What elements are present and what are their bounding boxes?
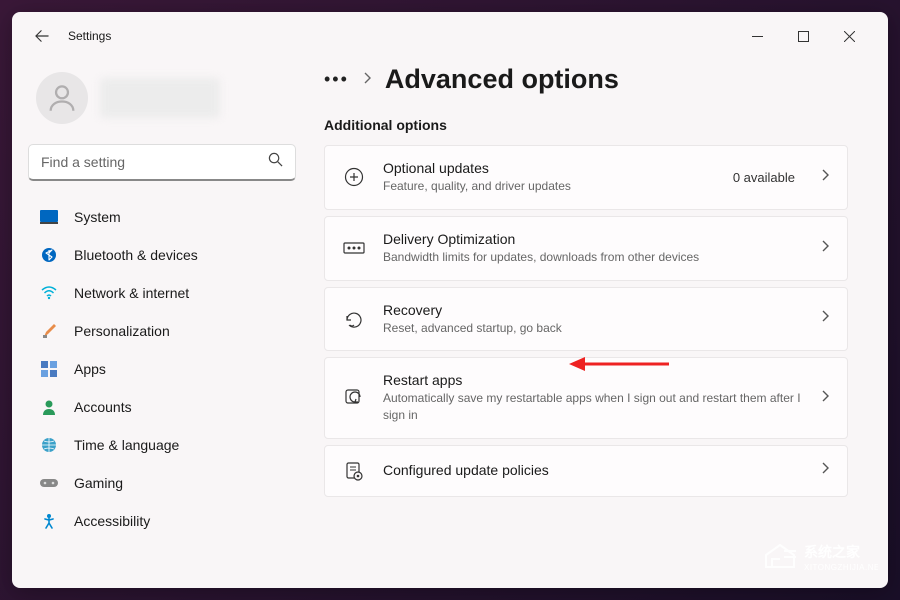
card-subtitle: Reset, advanced startup, go back — [383, 320, 803, 337]
card-optional-updates[interactable]: Optional updates Feature, quality, and d… — [324, 145, 848, 210]
search-icon — [268, 152, 283, 172]
sidebar-item-label: Bluetooth & devices — [74, 247, 198, 263]
plus-circle-icon — [343, 166, 365, 188]
sidebar-item-label: Accessibility — [74, 513, 150, 529]
chevron-right-icon — [821, 309, 829, 328]
sidebar-item-label: Gaming — [74, 475, 123, 491]
restart-apps-icon — [343, 387, 365, 409]
sidebar-item-apps[interactable]: Apps — [28, 351, 296, 387]
card-configured-policies[interactable]: Configured update policies — [324, 445, 848, 497]
sidebar-item-label: Personalization — [74, 323, 170, 339]
back-button[interactable] — [28, 22, 56, 50]
card-subtitle: Feature, quality, and driver updates — [383, 178, 715, 195]
card-title: Configured update policies — [383, 462, 803, 478]
app-title: Settings — [68, 29, 111, 43]
card-body: Delivery Optimization Bandwidth limits f… — [383, 231, 803, 266]
sidebar-item-label: Network & internet — [74, 285, 189, 301]
avatar — [36, 72, 88, 124]
accessibility-icon — [40, 512, 58, 530]
card-title: Recovery — [383, 302, 803, 318]
gamepad-icon — [40, 474, 58, 492]
page-title: Advanced options — [385, 64, 619, 95]
svg-text:系统之家: 系统之家 — [804, 544, 861, 560]
card-title: Restart apps — [383, 372, 803, 388]
chevron-right-icon — [821, 168, 829, 187]
card-title: Optional updates — [383, 160, 715, 176]
user-profile[interactable] — [28, 64, 296, 140]
sidebar-item-label: Apps — [74, 361, 106, 377]
policies-icon — [343, 460, 365, 482]
sidebar-item-label: System — [74, 209, 121, 225]
window-body: System Bluetooth & devices Network & int… — [12, 56, 888, 588]
sidebar-item-bluetooth[interactable]: Bluetooth & devices — [28, 237, 296, 273]
section-heading: Additional options — [324, 117, 848, 133]
chevron-right-icon — [821, 389, 829, 408]
sidebar-item-gaming[interactable]: Gaming — [28, 465, 296, 501]
card-subtitle: Bandwidth limits for updates, downloads … — [383, 249, 803, 266]
chevron-right-icon — [363, 71, 371, 89]
sidebar-item-label: Time & language — [74, 437, 179, 453]
breadcrumb-more[interactable]: ••• — [324, 69, 349, 90]
card-body: Restart apps Automatically save my resta… — [383, 372, 803, 424]
titlebar: Settings — [12, 12, 888, 56]
recovery-icon — [343, 308, 365, 330]
bluetooth-icon — [40, 246, 58, 264]
settings-window: Settings — [12, 12, 888, 588]
sidebar-item-accounts[interactable]: Accounts — [28, 389, 296, 425]
svg-text:XITONGZHIJIA.NET: XITONGZHIJIA.NET — [804, 563, 878, 572]
user-icon — [45, 81, 79, 115]
sidebar: System Bluetooth & devices Network & int… — [12, 56, 312, 588]
card-body: Recovery Reset, advanced startup, go bac… — [383, 302, 803, 337]
sidebar-item-network[interactable]: Network & internet — [28, 275, 296, 311]
system-icon — [40, 208, 58, 226]
sidebar-item-personalization[interactable]: Personalization — [28, 313, 296, 349]
available-count: 0 available — [733, 170, 795, 185]
delivery-icon — [343, 237, 365, 259]
minimize-button[interactable] — [734, 20, 780, 52]
main-content: ••• Advanced options Additional options … — [312, 56, 888, 588]
search-input[interactable] — [41, 154, 268, 170]
card-body: Configured update policies — [383, 462, 803, 480]
card-body: Optional updates Feature, quality, and d… — [383, 160, 715, 195]
sidebar-item-accessibility[interactable]: Accessibility — [28, 503, 296, 539]
watermark: 系统之家 XITONGZHIJIA.NET — [758, 535, 878, 582]
sidebar-item-system[interactable]: System — [28, 199, 296, 235]
maximize-button[interactable] — [780, 20, 826, 52]
minimize-icon — [752, 31, 763, 42]
person-icon — [40, 398, 58, 416]
chevron-right-icon — [821, 239, 829, 258]
nav-list: System Bluetooth & devices Network & int… — [28, 199, 296, 539]
globe-clock-icon — [40, 436, 58, 454]
close-button[interactable] — [826, 20, 872, 52]
sidebar-item-label: Accounts — [74, 399, 132, 415]
apps-icon — [40, 360, 58, 378]
user-name-blurred — [100, 78, 220, 118]
card-title: Delivery Optimization — [383, 231, 803, 247]
card-restart-apps[interactable]: Restart apps Automatically save my resta… — [324, 357, 848, 439]
card-delivery-optimization[interactable]: Delivery Optimization Bandwidth limits f… — [324, 216, 848, 281]
window-controls — [734, 20, 872, 52]
paintbrush-icon — [40, 322, 58, 340]
sidebar-item-time-language[interactable]: Time & language — [28, 427, 296, 463]
back-arrow-icon — [35, 29, 49, 43]
breadcrumb: ••• Advanced options — [324, 64, 848, 95]
chevron-right-icon — [821, 461, 829, 480]
card-subtitle: Automatically save my restartable apps w… — [383, 390, 803, 424]
search-box[interactable] — [28, 144, 296, 181]
maximize-icon — [798, 31, 809, 42]
card-recovery[interactable]: Recovery Reset, advanced startup, go bac… — [324, 287, 848, 352]
close-icon — [844, 31, 855, 42]
wifi-icon — [40, 284, 58, 302]
